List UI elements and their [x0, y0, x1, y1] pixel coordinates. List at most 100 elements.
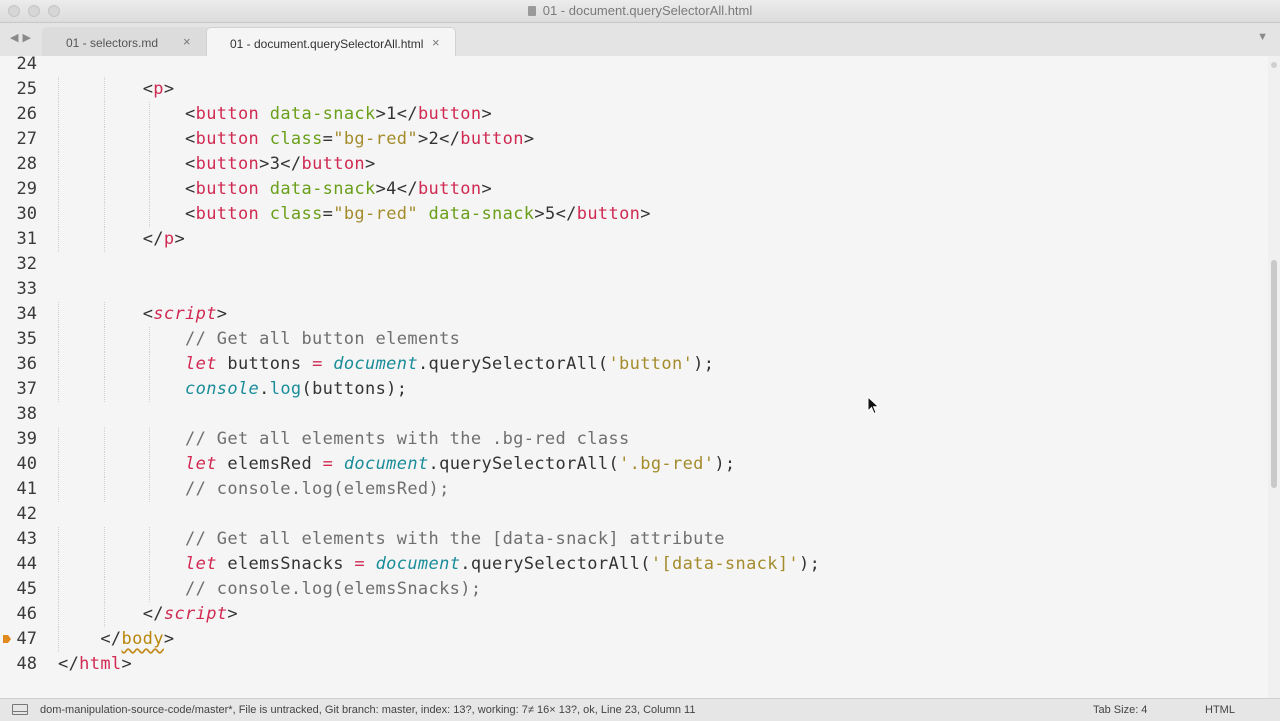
code-line[interactable]: 48 </html> — [0, 652, 1268, 677]
close-icon[interactable]: × — [183, 34, 191, 49]
code-line[interactable]: 47 </body> — [0, 627, 1268, 652]
code-line[interactable]: 39 // Get all elements with the .bg-red … — [0, 427, 1268, 452]
code-line[interactable]: 45 // console.log(elemsSnacks); — [0, 577, 1268, 602]
code-token: = — [354, 554, 365, 574]
line-number: 35 — [16, 329, 37, 349]
code-line[interactable]: 30 <button class="bg-red" data-snack>5</… — [0, 202, 1268, 227]
code-line[interactable]: 43 // Get all elements with the [data-sn… — [0, 527, 1268, 552]
code-token: > — [216, 304, 228, 324]
code-token: = — [322, 204, 334, 224]
tab-size-selector[interactable]: Tab Size: 4 — [1093, 704, 1147, 716]
code-line[interactable]: 24 — [0, 56, 1268, 77]
forward-arrow-icon[interactable]: ▶ — [22, 32, 34, 44]
code-token: >1</ — [375, 104, 418, 124]
code-line[interactable]: 28 <button>3</button> — [0, 152, 1268, 177]
line-number: 38 — [16, 404, 37, 424]
code-token: button — [417, 179, 482, 199]
scroll-thumb[interactable] — [1271, 260, 1277, 488]
code-text: let elemsRed = document.querySelectorAll… — [58, 452, 736, 477]
code-token: (buttons); — [301, 379, 408, 399]
code-text: // console.log(elemsSnacks); — [58, 577, 481, 602]
code-token: button — [195, 154, 260, 174]
close-icon[interactable]: × — [432, 35, 440, 50]
code-line[interactable]: 44 let elemsSnacks = document.querySelec… — [0, 552, 1268, 577]
code-token: class — [269, 204, 323, 224]
code-line[interactable]: 40 let elemsRed = document.querySelector… — [0, 452, 1268, 477]
code-token: // Get all elements with the [data-snack… — [185, 529, 725, 549]
tab-selectors-md[interactable]: 01 - selectors.md × — [42, 27, 210, 56]
code-token: script — [153, 304, 217, 324]
line-number: 27 — [16, 129, 37, 149]
code-line[interactable]: 37 console.log(buttons); — [0, 377, 1268, 402]
panel-icon[interactable] — [12, 704, 28, 715]
code-text: </body> — [58, 627, 174, 652]
code-text: </script> — [58, 602, 238, 627]
code-token: >4</ — [375, 179, 418, 199]
code-token: document — [375, 554, 461, 574]
code-editor[interactable]: 24 25 <p> 26 <button data-snack>1</button>… — [0, 56, 1268, 698]
line-number: 44 — [16, 554, 37, 574]
code-line[interactable]: 41 // console.log(elemsRed); — [0, 477, 1268, 502]
code-line[interactable]: 36 let buttons = document.querySelectorA… — [0, 352, 1268, 377]
code-token: button — [195, 204, 260, 224]
code-token: < — [185, 154, 196, 174]
code-token: "bg-red" — [333, 129, 418, 149]
code-line[interactable]: 27 <button class="bg-red">2</button> — [0, 127, 1268, 152]
line-number: 25 — [16, 79, 37, 99]
code-line[interactable]: 32 — [0, 252, 1268, 277]
line-number: 41 — [16, 479, 37, 499]
code-token: // console.log(elemsRed); — [185, 479, 450, 499]
code-line[interactable]: 29 <button data-snack>4</button> — [0, 177, 1268, 202]
code-token: buttons — [216, 354, 313, 374]
code-line[interactable]: 35 // Get all button elements — [0, 327, 1268, 352]
code-token: = — [322, 454, 334, 474]
code-token: button — [576, 204, 641, 224]
code-token: > — [163, 629, 175, 649]
line-number: 46 — [16, 604, 37, 624]
code-token: p — [153, 79, 164, 99]
code-token: button — [195, 179, 260, 199]
code-line[interactable]: 25 <p> — [0, 77, 1268, 102]
code-token: button — [195, 129, 260, 149]
code-token: > — [163, 79, 175, 99]
code-token: </ — [142, 229, 164, 249]
code-text: <p> — [58, 77, 174, 102]
line-number: 47 — [16, 629, 37, 649]
code-token: < — [142, 304, 154, 324]
code-text: <button data-snack>1</button> — [58, 102, 492, 127]
code-text: let elemsSnacks = document.querySelector… — [58, 552, 820, 577]
code-line[interactable]: 26 <button data-snack>1</button> — [0, 102, 1268, 127]
code-line[interactable]: 33 — [0, 277, 1268, 302]
code-token: = — [312, 354, 323, 374]
line-number: 42 — [16, 504, 37, 524]
tab-label: 01 - document.querySelectorAll.html — [230, 37, 424, 51]
chevron-down-icon[interactable]: ▼ — [1257, 31, 1268, 43]
code-line[interactable]: 31 </p> — [0, 227, 1268, 252]
code-line[interactable]: 42 — [0, 502, 1268, 527]
code-line[interactable]: 34 <script> — [0, 302, 1268, 327]
line-number: 39 — [16, 429, 37, 449]
back-arrow-icon[interactable]: ◀ — [10, 32, 22, 44]
syntax-selector[interactable]: HTML — [1205, 704, 1235, 716]
code-token: data-snack — [269, 104, 376, 124]
code-token: > — [121, 654, 133, 674]
code-line[interactable]: 38 — [0, 402, 1268, 427]
code-line[interactable]: 46 </script> — [0, 602, 1268, 627]
tab-label: 01 - selectors.md — [66, 36, 159, 50]
code-token: </ — [142, 604, 164, 624]
window-title: 01 - document.querySelectorAll.html — [0, 3, 1280, 18]
line-number: 45 — [16, 579, 37, 599]
tab-query-selector-all-html[interactable]: 01 - document.querySelectorAll.html × — [206, 27, 456, 56]
vertical-scrollbar[interactable] — [1268, 56, 1280, 698]
code-token: "bg-red" — [333, 204, 418, 224]
code-text: <button data-snack>4</button> — [58, 177, 492, 202]
line-number: 40 — [16, 454, 37, 474]
code-token: // Get all elements with the .bg-red cla… — [185, 429, 630, 449]
scroll-up-indicator[interactable] — [1271, 62, 1277, 68]
code-text: </html> — [58, 652, 132, 677]
